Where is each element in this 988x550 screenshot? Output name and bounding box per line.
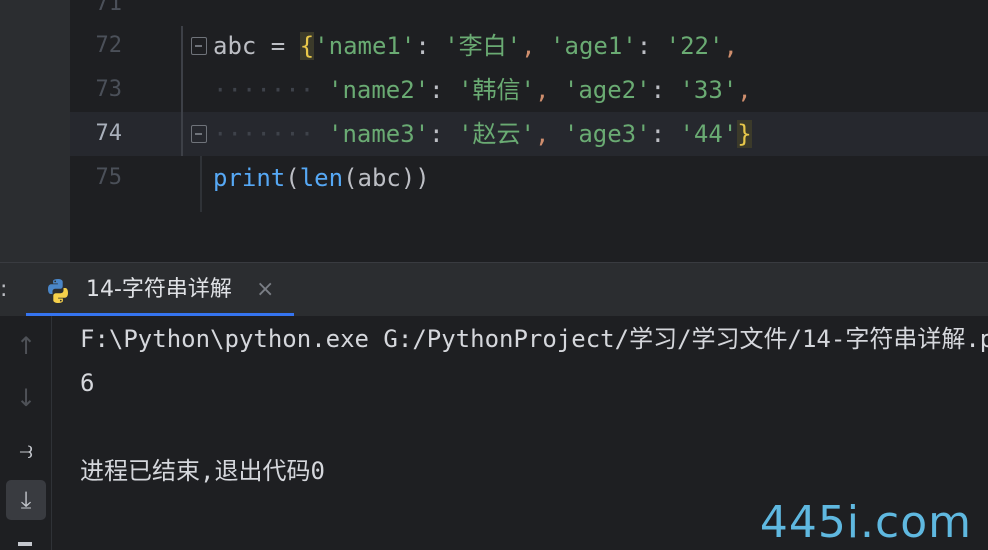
code-line-75[interactable]: 75 print(len(abc)): [0, 156, 988, 200]
code-line-72[interactable]: 72 abc = {'name1': '李白', 'age1': '22',: [0, 24, 988, 68]
console-line: F:\Python\python.exe G:/PythonProject/学习…: [80, 325, 988, 353]
whitespace-dots: ·······: [213, 76, 315, 104]
up-arrow-icon[interactable]: ↑: [6, 326, 46, 366]
whitespace-dots: ·······: [213, 120, 315, 148]
code-line-73[interactable]: 73 ······· 'name2': '韩信', 'age2': '33',: [0, 68, 988, 112]
code-text: print(len(abc)): [213, 164, 430, 192]
fold-close-icon[interactable]: [191, 125, 207, 143]
code-text: 'name2': '韩信', 'age2': '33',: [328, 76, 752, 104]
fold-open-icon[interactable]: [191, 37, 207, 55]
run-tab-bar: : 14-字符串详解 ×: [0, 262, 988, 317]
code-editor[interactable]: 71 72 abc = {'name1': '李白', 'age1': '22'…: [0, 0, 988, 262]
console-line: 6: [80, 369, 95, 397]
code-line-71[interactable]: 71: [0, 0, 988, 26]
run-tab-label: 14-字符串详解: [86, 277, 232, 302]
more-tool-icon[interactable]: [18, 542, 32, 546]
down-arrow-icon[interactable]: ↓: [6, 378, 46, 418]
soft-wrap-icon[interactable]: ⥽: [6, 430, 46, 470]
run-side-toolbar: ↑ ↓ ⥽ ⤓: [0, 316, 52, 550]
code-text: 'name3': '赵云', 'age3': '44'}: [328, 120, 752, 148]
console-line: 进程已结束,退出代码0: [80, 457, 325, 485]
watermark-text: 445i.com: [759, 497, 972, 548]
code-text: abc = {'name1': '李白', 'age1': '22',: [213, 32, 738, 60]
scroll-to-end-icon[interactable]: ⤓: [6, 480, 46, 520]
line-number: 75: [95, 165, 123, 190]
line-number: 74: [95, 121, 123, 146]
run-tab[interactable]: 14-字符串详解 ×: [26, 263, 294, 317]
code-line-74[interactable]: 74 ······· 'name3': '赵云', 'age3': '44'}: [0, 112, 988, 156]
python-icon: [48, 279, 68, 303]
tab-prefix: :: [0, 277, 8, 302]
close-icon[interactable]: ×: [256, 263, 274, 317]
line-number: 72: [95, 33, 123, 58]
line-number: 71: [95, 0, 123, 16]
line-number: 73: [95, 77, 123, 102]
